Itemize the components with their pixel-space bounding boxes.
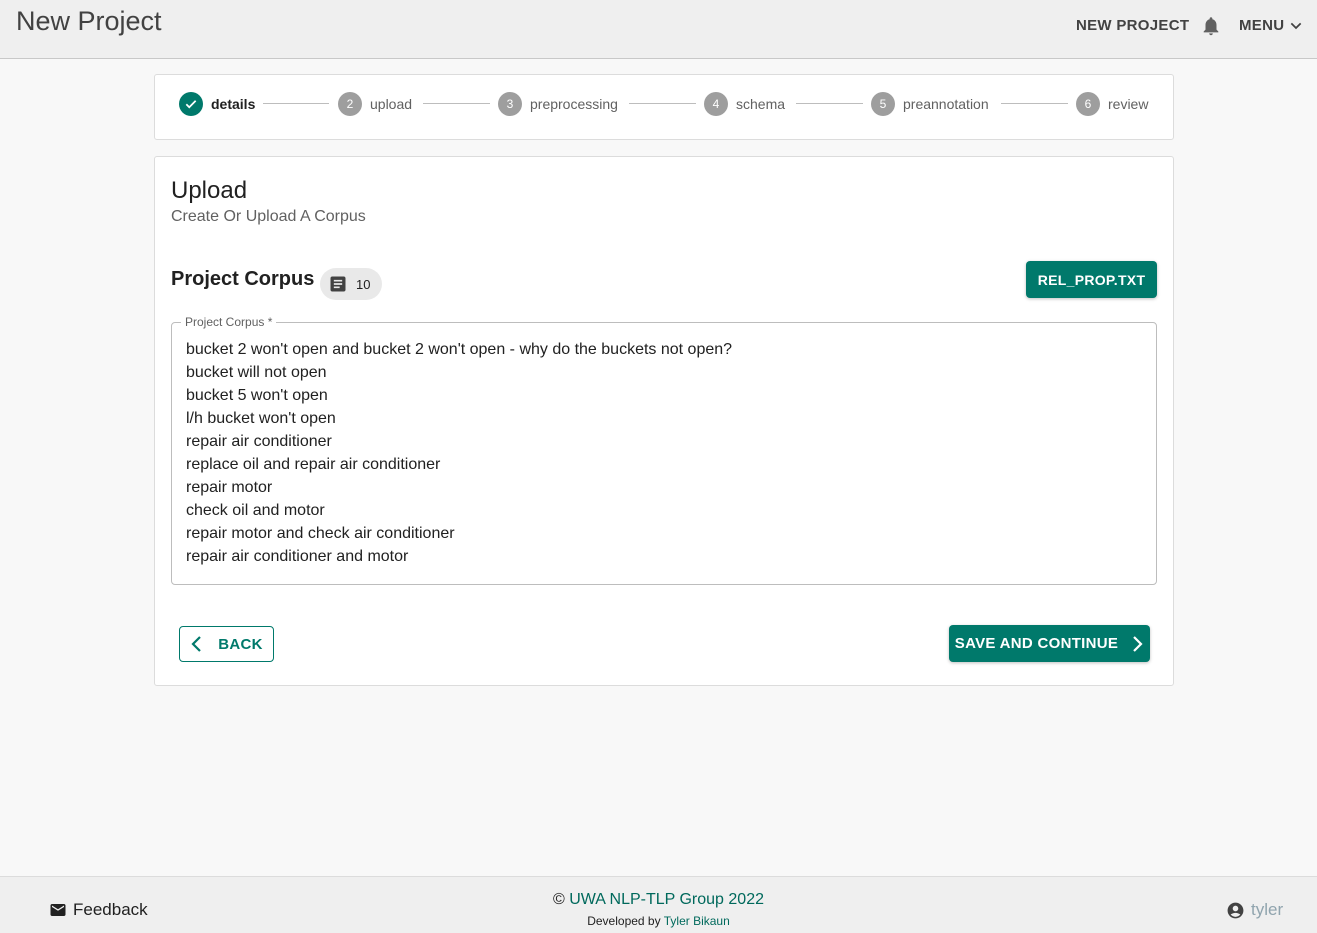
save-and-continue-button[interactable]: SAVE AND CONTINUE [949,625,1150,662]
step-label: review [1108,96,1149,112]
corpus-line: repair air conditioner and motor [186,548,409,565]
step-label: preannotation [903,96,989,112]
step-preprocessing[interactable]: 3 preprocessing [498,91,618,117]
copyright-org-link[interactable]: UWA NLP-TLP Group 2022 [569,891,764,908]
step-connector [1001,103,1068,104]
step-connector [629,103,696,104]
step-connector [423,103,490,104]
upload-subtitle: Create Or Upload A Corpus [171,208,366,225]
step-number: 4 [704,92,728,116]
developed-by-label: Developed by [587,914,661,928]
document-count: 10 [356,276,371,292]
upload-title: Upload [171,177,248,204]
chevron-right-icon [1133,635,1143,652]
user-account[interactable]: tyler [1226,900,1283,920]
back-label: BACK [218,635,263,653]
step-label: preprocessing [530,96,618,112]
developer-link[interactable]: Tyler Bikaun [664,914,730,928]
step-number: 6 [1076,92,1100,116]
step-preannotation[interactable]: 5 preannotation [871,91,989,117]
save-label: SAVE AND CONTINUE [954,635,1119,652]
article-icon [330,276,346,292]
step-details[interactable]: details [179,91,255,117]
step-label: details [211,96,256,112]
step-number: 3 [498,92,522,116]
corpus-text: bucket 2 won't open and bucket 2 won't o… [186,338,732,568]
corpus-line: repair air conditioner [186,433,332,450]
corpus-line: bucket 5 won't open [186,387,328,404]
corpus-line: bucket 2 won't open and bucket 2 won't o… [186,341,733,358]
chevron-left-icon [191,636,202,652]
step-upload[interactable]: 2 upload [338,91,412,117]
username: tyler [1251,900,1284,919]
corpus-line: l/h bucket won't open [186,410,336,427]
project-stepper: details 2 upload 3 preprocessing 4 schem… [154,74,1174,140]
corpus-title: Project Corpus [171,268,315,290]
app-header: New Project NEW PROJECT MENU [0,0,1317,59]
bell-icon[interactable] [1200,15,1222,37]
chevron-down-icon [1291,22,1302,29]
page-title: New Project [16,6,162,36]
corpus-line: repair motor and check air conditioner [186,525,455,542]
corpus-line: check oil and motor [186,502,325,519]
developer-credit: Developed by Tyler Bikaun [0,914,1317,928]
step-number: 5 [871,92,895,116]
corpus-field-label: Project Corpus * [181,315,277,329]
step-schema[interactable]: 4 schema [704,91,785,117]
corpus-file-button[interactable]: REL_PROP.TXT [1026,261,1157,298]
corpus-line: repair motor [186,479,273,496]
back-button[interactable]: BACK [179,626,274,662]
copyright-symbol: © [552,891,565,908]
account-circle-icon [1227,902,1244,918]
step-connector [796,103,863,104]
corpus-line: bucket will not open [186,364,327,381]
step-number: 2 [338,92,362,116]
step-label: upload [370,96,413,112]
step-label: schema [736,96,786,112]
new-project-nav-button[interactable]: NEW PROJECT [1076,17,1189,34]
corpus-textarea[interactable]: Project Corpus * bucket 2 won't open and… [171,315,1157,585]
copyright: © UWA NLP-TLP Group 2022 [0,891,1317,909]
step-connector [263,103,329,104]
corpus-line: replace oil and repair air conditioner [186,456,441,473]
document-count-chip: 10 [320,268,382,300]
menu-label: MENU [1239,17,1285,34]
step-review[interactable]: 6 review [1076,91,1148,117]
app-footer: Feedback © UWA NLP-TLP Group 2022 Develo… [0,876,1317,933]
menu-button[interactable]: MENU [1239,17,1304,34]
upload-card: Upload Create Or Upload A Corpus Project… [154,156,1174,686]
check-icon [179,92,203,116]
